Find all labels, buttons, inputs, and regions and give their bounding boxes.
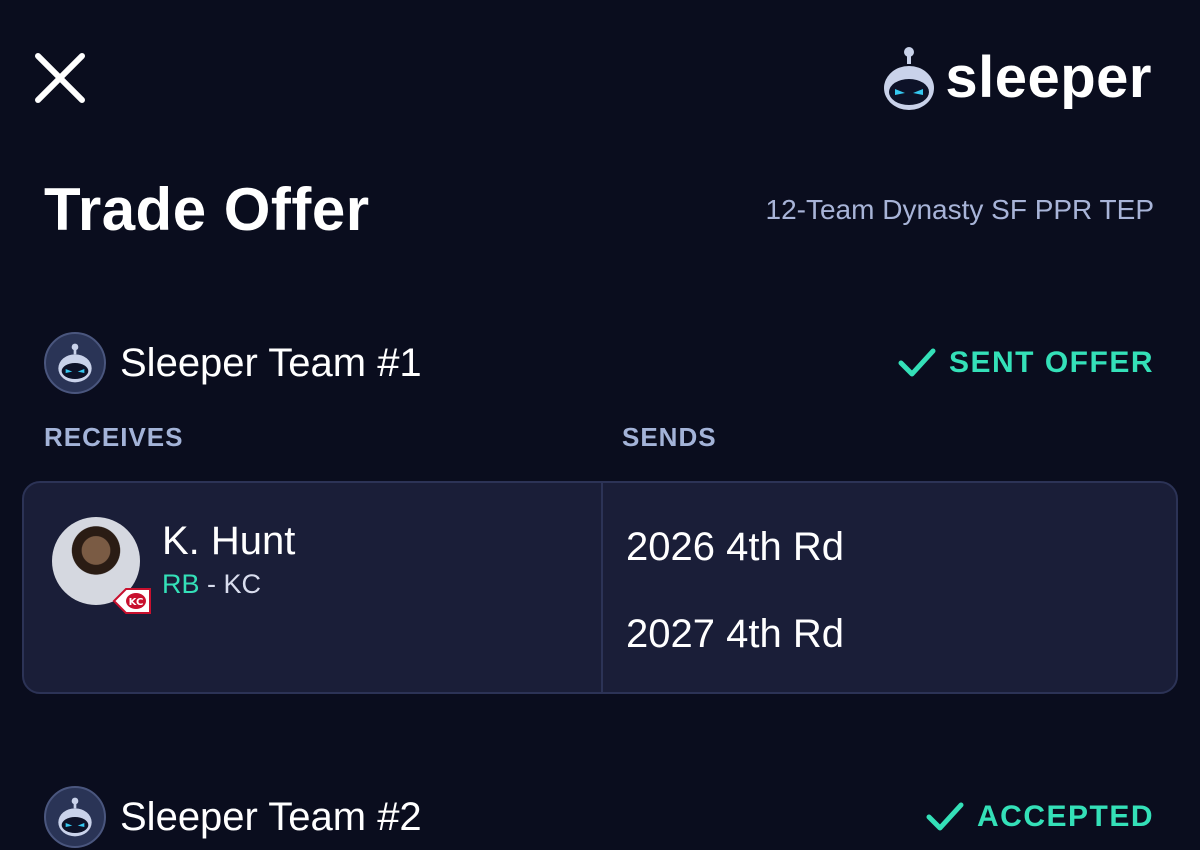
trade-card: KC K. Hunt RB - KC 2026 4th Rd 2027 4th …	[22, 481, 1178, 694]
receives-label: RECEIVES	[44, 422, 184, 452]
sleeper-robot-logo-icon	[884, 47, 935, 110]
status-badge: ACCEPTED	[925, 801, 1154, 833]
player-meta: RB - KC	[162, 571, 295, 598]
sleeper-robot-avatar-icon	[58, 343, 92, 383]
svg-text:KC: KC	[129, 597, 144, 608]
team-header-1: Sleeper Team #1 SENT OFFER	[44, 330, 1154, 396]
trade-offer-screen: sleeper Trade Offer 12-Team Dynasty SF P…	[0, 0, 1200, 850]
card-divider	[601, 483, 603, 692]
checkmark-icon	[926, 802, 964, 831]
sleeper-robot-avatar-icon	[58, 797, 92, 837]
status-badge: SENT OFFER	[897, 347, 1154, 379]
team-header-2: Sleeper Team #2 ACCEPTED	[44, 784, 1154, 850]
player-meta-separator: -	[199, 569, 224, 599]
sends-label: SENDS	[622, 422, 717, 452]
player-item[interactable]: KC K. Hunt RB - KC	[52, 517, 296, 614]
player-name: K. Hunt	[162, 519, 296, 563]
close-button[interactable]	[30, 48, 90, 108]
checkmark-icon	[898, 348, 936, 377]
team-avatar[interactable]	[44, 786, 106, 848]
player-team: KC	[223, 569, 262, 599]
chiefs-logo-icon: KC	[112, 588, 151, 614]
brand-name: sleeper	[945, 45, 1152, 110]
league-description: 12-Team Dynasty SF PPR TEP	[765, 194, 1155, 225]
brand-logo-group: sleeper	[881, 44, 1152, 112]
status-text: ACCEPTED	[976, 800, 1154, 833]
draft-pick-item[interactable]: 2027 4th Rd	[626, 614, 844, 654]
team-avatar[interactable]	[44, 332, 106, 394]
team-name: Sleeper Team #2	[120, 795, 422, 839]
team-name: Sleeper Team #1	[120, 341, 422, 385]
player-position: RB	[162, 569, 200, 599]
status-text: SENT OFFER	[948, 346, 1154, 379]
close-icon	[35, 53, 85, 103]
page-title: Trade Offer	[44, 176, 370, 243]
draft-pick-item[interactable]: 2026 4th Rd	[626, 527, 844, 567]
